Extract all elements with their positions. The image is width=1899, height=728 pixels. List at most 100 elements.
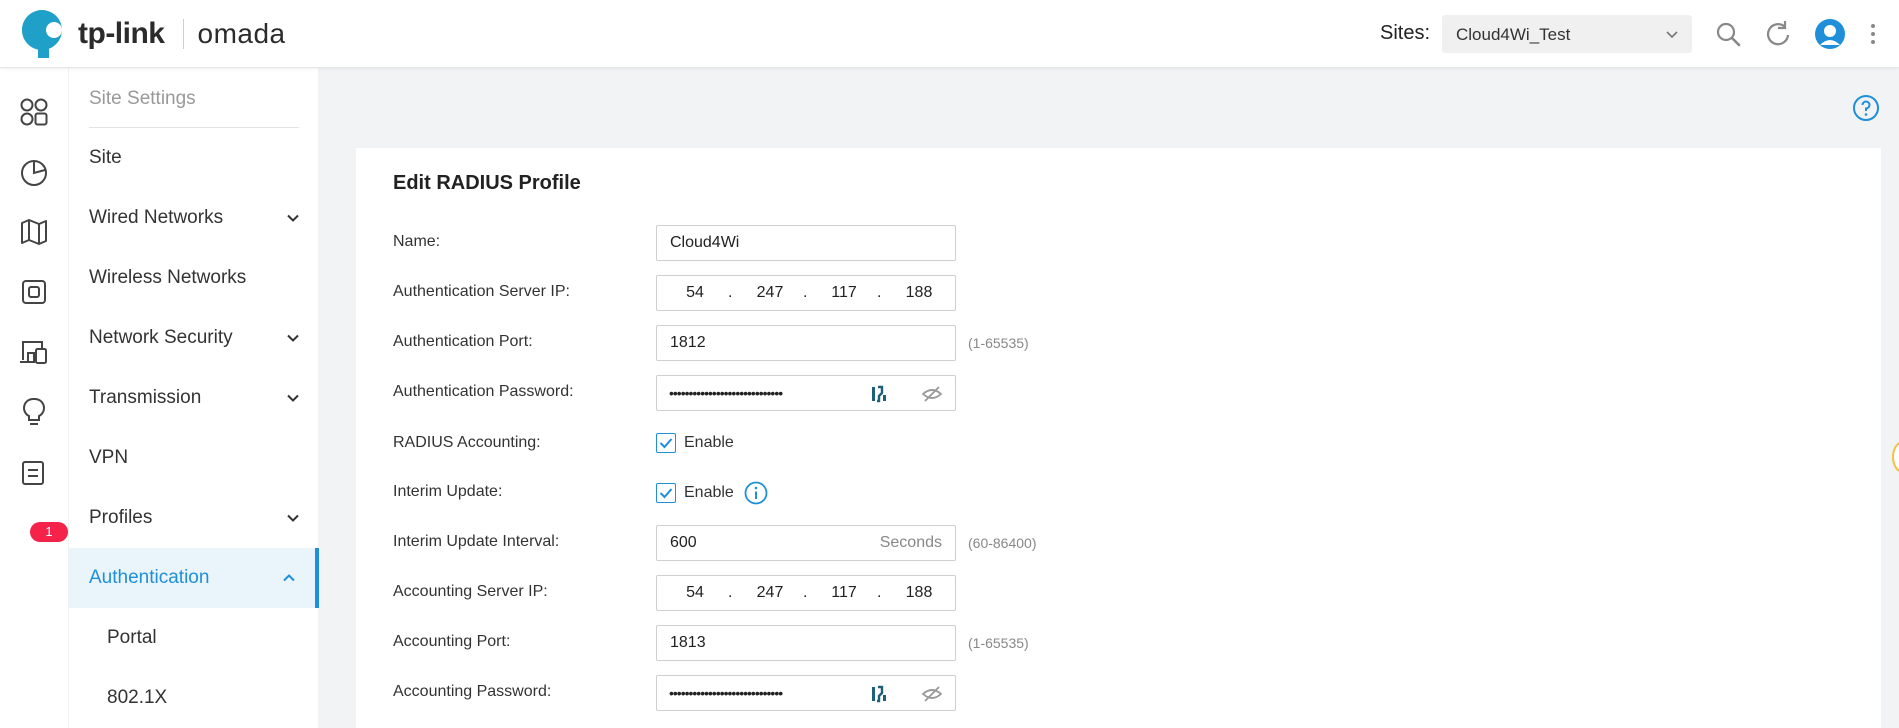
acct-server-ip-input[interactable]: 54 . 247 . 117 . 188 [656,575,956,611]
left-icon-rail: 1 [0,68,68,728]
top-header: tp-link omada Sites: Cloud4Wi_Test [0,0,1899,68]
sidenav-item-label: Transmission [89,387,202,408]
sidenav-item-profiles[interactable]: Profiles [69,488,319,548]
sidenav-item-label: Portal [107,627,157,648]
checkmark-icon [659,438,673,449]
auth-port-label: Authentication Port: [393,333,533,350]
sidenav-item-label: 802.1X [107,687,168,708]
floating-assistant-button[interactable] [1892,441,1899,473]
name-input[interactable]: Cloud4Wi [656,225,956,261]
devices-icon[interactable] [18,276,50,308]
chevron-down-icon [287,214,299,222]
user-avatar-icon[interactable] [1814,18,1846,50]
insights-icon[interactable] [18,396,50,428]
interim-interval-input[interactable]: 600 Seconds [656,525,956,561]
acct-password-input[interactable]: ••••••••••••••••••••••••••••• [656,675,956,711]
hide-password-icon[interactable] [922,684,942,704]
auth-server-ip-input[interactable]: 54 . 247 . 117 . 188 [656,275,956,311]
sidenav-item-label: Authentication [89,567,210,588]
radius-accounting-enable-label[interactable]: Enable [684,434,734,452]
auth-port-input[interactable]: 1812 [656,325,956,361]
password-manager-icon[interactable] [869,384,889,404]
sidenav-item-vpn[interactable]: VPN [69,428,319,488]
help-icon[interactable] [1852,94,1880,122]
acct-port-value: 1813 [670,634,706,651]
password-manager-icon[interactable] [869,684,889,704]
tp-link-logo-mark-icon [21,10,62,58]
ip-octet-2: 247 [756,584,784,601]
auth-password-label: Authentication Password: [393,383,574,400]
auth-port-value: 1812 [670,334,706,351]
clients-icon[interactable] [18,336,50,368]
sidenav-title: Site Settings [89,88,196,109]
sites-label: Sites: [1380,22,1431,44]
ip-octet-3: 117 [831,584,857,601]
ip-octet-4: 188 [905,284,933,301]
acct-port-hint: (1-65535) [968,635,1029,651]
checkmark-icon [659,488,673,499]
acct-server-ip-label: Accounting Server IP: [393,583,548,600]
sidenav-item-wired-networks[interactable]: Wired Networks [69,188,319,248]
auth-port-hint: (1-65535) [968,335,1029,351]
ip-dot: . [803,284,808,301]
sidenav-item-site[interactable]: Site [69,128,319,188]
tp-link-logo-text: tp-link [78,17,165,50]
sidenav-item-8021x[interactable]: 802.1X [69,668,319,728]
chevron-down-icon [287,394,299,402]
interim-update-checkbox[interactable] [656,483,676,503]
name-input-value: Cloud4Wi [670,234,740,251]
chevron-down-icon [287,334,299,342]
sidenav-item-label: Wireless Networks [89,267,247,288]
name-label: Name: [393,233,441,250]
ip-octet-3: 117 [831,284,857,301]
auth-server-ip-label: Authentication Server IP: [393,283,570,300]
ip-dot: . [728,584,733,601]
radius-accounting-checkbox[interactable] [656,433,676,453]
auth-password-masked: ••••••••••••••••••••••••••••• [669,385,783,401]
dashboard-icon[interactable] [18,96,50,128]
sidenav-item-network-security[interactable]: Network Security [69,308,319,368]
interim-interval-label: Interim Update Interval: [393,533,560,550]
omada-logo-text: omada [197,18,286,49]
ip-octet-4: 188 [905,584,933,601]
interim-interval-hint: (60-86400) [968,535,1037,551]
more-vertical-icon[interactable] [1866,18,1880,50]
auth-password-input[interactable]: ••••••••••••••••••••••••••••• [656,375,956,411]
interim-interval-unit: Seconds [879,534,942,551]
logs-icon[interactable] [18,456,50,488]
sidenav-item-label: VPN [89,447,129,468]
map-icon[interactable] [18,216,50,248]
sidenav-item-wireless-networks[interactable]: Wireless Networks [69,248,319,308]
site-selector[interactable]: Cloud4Wi_Test [1442,15,1692,53]
tp-link-logo[interactable]: tp-link omada [20,8,286,60]
ip-octet-1: 54 [686,584,704,601]
radius-accounting-label: RADIUS Accounting: [393,434,541,451]
sidenav-item-label: Wired Networks [89,207,224,228]
sidenav-item-transmission[interactable]: Transmission [69,368,319,428]
edit-radius-profile-card: Edit RADIUS Profile Name: Cloud4Wi Authe… [356,148,1881,728]
acct-password-label: Accounting Password: [393,683,552,700]
acct-port-label: Accounting Port: [393,633,511,650]
sidenav-item-label: Network Security [89,327,233,348]
chevron-down-icon [1666,31,1678,39]
ip-dot: . [803,584,808,601]
interim-update-label: Interim Update: [393,483,503,500]
hide-password-icon[interactable] [922,384,942,404]
ip-octet-1: 54 [686,284,704,301]
logo-divider [182,19,184,49]
sidenav-item-authentication[interactable]: Authentication [69,548,319,608]
chevron-down-icon [287,514,299,522]
interim-interval-value: 600 [670,534,697,551]
site-selector-value: Cloud4Wi_Test [1456,25,1571,44]
form-title: Edit RADIUS Profile [393,172,581,194]
sidenav-item-label: Profiles [89,507,153,528]
interim-update-enable-label[interactable]: Enable [684,484,734,502]
ip-octet-2: 247 [756,284,784,301]
acct-password-masked: ••••••••••••••••••••••••••••• [669,685,783,701]
sidenav-item-portal[interactable]: Portal [69,608,319,668]
info-icon[interactable] [744,481,768,505]
search-icon[interactable] [1712,18,1744,50]
statistics-icon[interactable] [18,156,50,188]
refresh-icon[interactable] [1762,18,1794,50]
acct-port-input[interactable]: 1813 [656,625,956,661]
